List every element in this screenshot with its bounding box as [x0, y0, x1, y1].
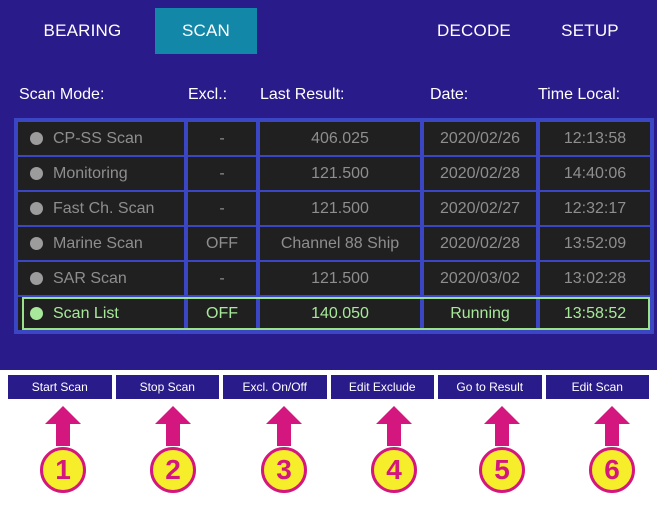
cell-date: 2020/03/02 — [424, 262, 536, 295]
cell-last-result: 406.025 — [260, 122, 420, 155]
up-arrow-icon — [594, 406, 630, 446]
callout-badge: 3 — [261, 447, 307, 493]
table-row[interactable]: CP-SS Scan - 406.025 2020/02/26 12:13:58 — [18, 122, 650, 155]
header-time-local: Time Local: — [538, 86, 621, 103]
cell-last-result: Channel 88 Ship — [260, 227, 420, 260]
cell-time: 13:52:09 — [540, 227, 650, 260]
cell-scan-mode: Fast Ch. Scan — [18, 192, 184, 225]
edit-exclude-button[interactable]: Edit Exclude — [330, 375, 434, 399]
cell-last-result: 121.500 — [260, 192, 420, 225]
cell-scan-mode: SAR Scan — [18, 262, 184, 295]
table-row[interactable]: Marine Scan OFF Channel 88 Ship 2020/02/… — [18, 227, 650, 260]
status-dot-icon — [30, 132, 43, 145]
scan-mode-label: Scan List — [53, 304, 119, 322]
excl-toggle-button[interactable]: Excl. On/Off — [223, 375, 327, 399]
up-arrow-icon — [484, 406, 520, 446]
cell-scan-mode: Scan List — [18, 297, 184, 330]
cell-time: 13:02:28 — [540, 262, 650, 295]
column-headers: Scan Mode: Excl.: Last Result: Date: Tim… — [0, 86, 657, 110]
up-arrow-icon — [266, 406, 302, 446]
stop-scan-button[interactable]: Stop Scan — [115, 375, 219, 399]
scan-mode-label: CP-SS Scan — [53, 129, 143, 147]
cell-date: Running — [424, 297, 536, 330]
cell-scan-mode: CP-SS Scan — [18, 122, 184, 155]
scan-mode-label: Fast Ch. Scan — [53, 199, 155, 217]
cell-scan-mode: Marine Scan — [18, 227, 184, 260]
go-to-result-button[interactable]: Go to Result — [438, 375, 542, 399]
tab-decode[interactable]: DECODE — [415, 8, 533, 54]
cell-excl: - — [188, 262, 256, 295]
table-row[interactable]: SAR Scan - 121.500 2020/03/02 13:02:28 — [18, 262, 650, 295]
up-arrow-icon — [45, 406, 81, 446]
callout-badge: 5 — [479, 447, 525, 493]
cell-excl: - — [188, 157, 256, 190]
status-dot-icon — [30, 272, 43, 285]
up-arrow-icon — [376, 406, 412, 446]
cell-last-result: 121.500 — [260, 262, 420, 295]
cell-last-result: 140.050 — [260, 297, 420, 330]
scan-mode-label: Marine Scan — [53, 234, 143, 252]
cell-scan-mode: Monitoring — [18, 157, 184, 190]
status-dot-icon — [30, 237, 43, 250]
callout-badge: 6 — [589, 447, 635, 493]
tab-bar: BEARING SCAN DECODE SETUP — [10, 8, 647, 54]
softkey-bar: Start Scan Stop Scan Excl. On/Off Edit E… — [0, 375, 657, 399]
table-row[interactable]: Monitoring - 121.500 2020/02/28 14:40:06 — [18, 157, 650, 190]
cell-date: 2020/02/27 — [424, 192, 536, 225]
cell-date: 2020/02/28 — [424, 157, 536, 190]
callout-badge: 1 — [40, 447, 86, 493]
header-date: Date: — [430, 86, 469, 103]
cell-excl: - — [188, 192, 256, 225]
header-excl: Excl.: — [188, 86, 228, 103]
callout-annotations: 1 2 3 4 5 6 — [0, 400, 657, 505]
cell-time: 13:58:52 — [540, 297, 650, 330]
cell-excl: - — [188, 122, 256, 155]
edit-scan-button[interactable]: Edit Scan — [545, 375, 649, 399]
cell-last-result: 121.500 — [260, 157, 420, 190]
cell-time: 14:40:06 — [540, 157, 650, 190]
up-arrow-icon — [155, 406, 191, 446]
status-dot-icon — [30, 307, 43, 320]
table-row-active[interactable]: Scan List OFF 140.050 Running 13:58:52 — [18, 297, 650, 330]
status-dot-icon — [30, 167, 43, 180]
cell-date: 2020/02/26 — [424, 122, 536, 155]
callout-badge: 2 — [150, 447, 196, 493]
cell-date: 2020/02/28 — [424, 227, 536, 260]
cell-time: 12:13:58 — [540, 122, 650, 155]
cell-excl: OFF — [188, 227, 256, 260]
start-scan-button[interactable]: Start Scan — [8, 375, 112, 399]
header-scan-mode: Scan Mode: — [19, 86, 105, 103]
status-dot-icon — [30, 202, 43, 215]
callout-badge: 4 — [371, 447, 417, 493]
tab-scan[interactable]: SCAN — [155, 8, 257, 54]
tab-bearing[interactable]: BEARING — [10, 8, 155, 54]
scan-mode-label: Monitoring — [53, 164, 128, 182]
header-last-result: Last Result: — [260, 86, 345, 103]
table-row[interactable]: Fast Ch. Scan - 121.500 2020/02/27 12:32… — [18, 192, 650, 225]
tab-empty — [257, 8, 415, 54]
tab-setup[interactable]: SETUP — [533, 8, 647, 54]
cell-time: 12:32:17 — [540, 192, 650, 225]
cell-excl: OFF — [188, 297, 256, 330]
scan-mode-label: SAR Scan — [53, 269, 127, 287]
scan-table: CP-SS Scan - 406.025 2020/02/26 12:13:58… — [14, 118, 654, 334]
scan-screen: BEARING SCAN DECODE SETUP Scan Mode: Exc… — [0, 0, 657, 370]
